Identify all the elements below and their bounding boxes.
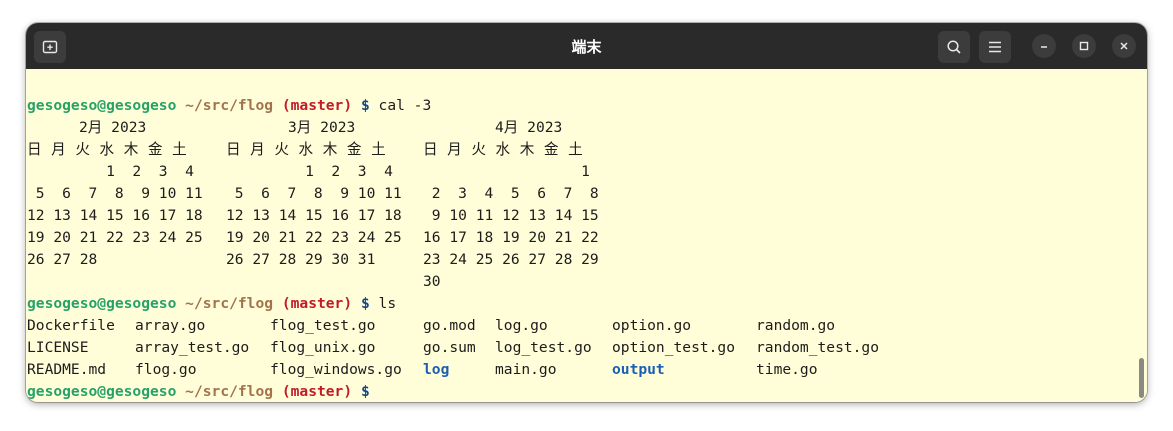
file-entry: time.go	[756, 361, 818, 378]
prompt-symbol: $	[360, 295, 370, 312]
prompt-path: ~/src/flog	[185, 97, 274, 114]
calendar-month-header: 3月 2023	[288, 119, 356, 136]
prompt-branch: (master)	[281, 383, 353, 400]
calendar-week: 23 24 25 26 27 28 29	[423, 251, 599, 268]
calendar-week: 26 27 28	[27, 251, 98, 268]
file-entry: random.go	[756, 317, 836, 334]
calendar-week: 5 6 7 8 9 10 11	[27, 185, 203, 202]
prompt-branch: (master)	[281, 97, 353, 114]
prompt-path: ~/src/flog	[185, 383, 274, 400]
calendar-week: 12 13 14 15 16 17 18	[226, 207, 402, 224]
file-entry: array_test.go	[135, 339, 250, 356]
file-entry: go.mod	[423, 317, 476, 334]
prompt-branch: (master)	[281, 295, 353, 312]
new-tab-button[interactable]	[34, 31, 66, 63]
prompt-path: ~/src/flog	[185, 295, 274, 312]
calendar-weekdays: 日 月 火 水 木 金 土	[226, 141, 387, 158]
calendar-week: 5 6 7 8 9 10 11	[226, 185, 402, 202]
calendar-month-header: 2月 2023	[79, 119, 147, 136]
file-entry: option.go	[612, 317, 692, 334]
close-icon	[1120, 42, 1128, 50]
calendar-week: 16 17 18 19 20 21 22	[423, 229, 599, 246]
ls-row: README.md flog.go flog_windows.go log ma…	[27, 359, 1127, 381]
calendar-week-row: 30	[27, 271, 1127, 293]
calendar-week: 1 2 3 4	[226, 163, 393, 180]
file-entry: README.md	[27, 361, 107, 378]
search-button[interactable]	[938, 31, 970, 63]
calendar-week: 26 27 28 29 30 31	[226, 251, 376, 268]
minimize-icon	[1041, 46, 1047, 48]
file-entry: LICENSE	[27, 339, 89, 356]
file-entry: random_test.go	[756, 339, 880, 356]
hamburger-menu-icon	[989, 41, 1001, 53]
maximize-button[interactable]	[1072, 34, 1096, 58]
calendar-week: 19 20 21 22 23 24 25	[226, 229, 402, 246]
ls-row: LICENSE array_test.go flog_unix.go go.su…	[27, 337, 1127, 359]
prompt-line-current: gesogeso@gesogeso ~/src/flog (master) $	[27, 381, 379, 402]
file-entry: array.go	[135, 317, 206, 334]
new-tab-icon	[42, 40, 58, 54]
calendar-weekdays: 日 月 火 水 木 金 土	[27, 141, 188, 158]
prompt-line: gesogeso@gesogeso ~/src/flog (master) $ …	[27, 293, 396, 315]
calendar-header-row: 2月 2023 3月 2023 4月 2023	[27, 117, 1127, 139]
scrollbar-thumb[interactable]	[1139, 358, 1144, 398]
file-entry: flog_unix.go	[270, 339, 376, 356]
calendar-week: 12 13 14 15 16 17 18	[27, 207, 203, 224]
minimize-button[interactable]	[1032, 34, 1056, 58]
file-entry: Dockerfile	[27, 317, 115, 334]
file-entry: option_test.go	[612, 339, 736, 356]
calendar-week: 19 20 21 22 23 24 25	[27, 229, 203, 246]
prompt-line: gesogeso@gesogeso ~/src/flog (master) $ …	[27, 95, 431, 117]
menu-button[interactable]	[979, 31, 1011, 63]
maximize-icon	[1079, 41, 1089, 51]
search-icon	[947, 40, 961, 54]
file-entry: main.go	[495, 361, 557, 378]
file-entry: flog_test.go	[270, 317, 376, 334]
prompt-user: gesogeso@gesogeso	[27, 383, 177, 400]
calendar-week: 1 2 3 4	[27, 163, 194, 180]
file-entry: flog.go	[135, 361, 197, 378]
calendar-week: 9 10 11 12 13 14 15	[423, 207, 599, 224]
calendar-month-header: 4月 2023	[495, 119, 563, 136]
close-button[interactable]	[1112, 34, 1136, 58]
calendar-weekday-row: 日 月 火 水 木 金 土 日 月 火 水 木 金 土 日 月 火 水 木 金 …	[27, 139, 1127, 161]
title-bar[interactable]: 端末	[26, 23, 1147, 69]
prompt-user: gesogeso@gesogeso	[27, 97, 177, 114]
ls-row: Dockerfile array.go flog_test.go go.mod …	[27, 315, 1127, 337]
command-text: cal -3	[378, 97, 432, 114]
calendar-week-row: 26 27 28 26 27 28 29 30 31 23 24 25 26 2…	[27, 249, 1127, 271]
file-entry: go.sum	[423, 339, 476, 356]
file-entry: log.go	[495, 317, 548, 334]
prompt-symbol: $	[360, 383, 370, 400]
terminal-window: 端末 gesogeso@gesogeso ~/src/flog (master)…	[26, 23, 1147, 402]
calendar-week: 1	[423, 163, 590, 180]
calendar-weekdays: 日 月 火 水 木 金 土	[423, 141, 584, 158]
calendar-week-row: 5 6 7 8 9 10 11 5 6 7 8 9 10 11 2 3 4 5 …	[27, 183, 1127, 205]
calendar-week: 30	[423, 273, 441, 290]
directory-entry: output	[612, 361, 665, 378]
calendar-week: 2 3 4 5 6 7 8	[423, 185, 599, 202]
terminal-output[interactable]: gesogeso@gesogeso ~/src/flog (master) $ …	[26, 69, 1147, 402]
prompt-symbol: $	[360, 97, 370, 114]
calendar-week-row: 1 2 3 4 1 2 3 4 1	[27, 161, 1127, 183]
calendar-week-row: 19 20 21 22 23 24 25 19 20 21 22 23 24 2…	[27, 227, 1127, 249]
file-entry: flog_windows.go	[270, 361, 402, 378]
directory-entry: log	[423, 361, 450, 378]
calendar-week-row: 12 13 14 15 16 17 18 12 13 14 15 16 17 1…	[27, 205, 1127, 227]
command-text: ls	[378, 295, 397, 312]
file-entry: log_test.go	[495, 339, 592, 356]
prompt-user: gesogeso@gesogeso	[27, 295, 177, 312]
